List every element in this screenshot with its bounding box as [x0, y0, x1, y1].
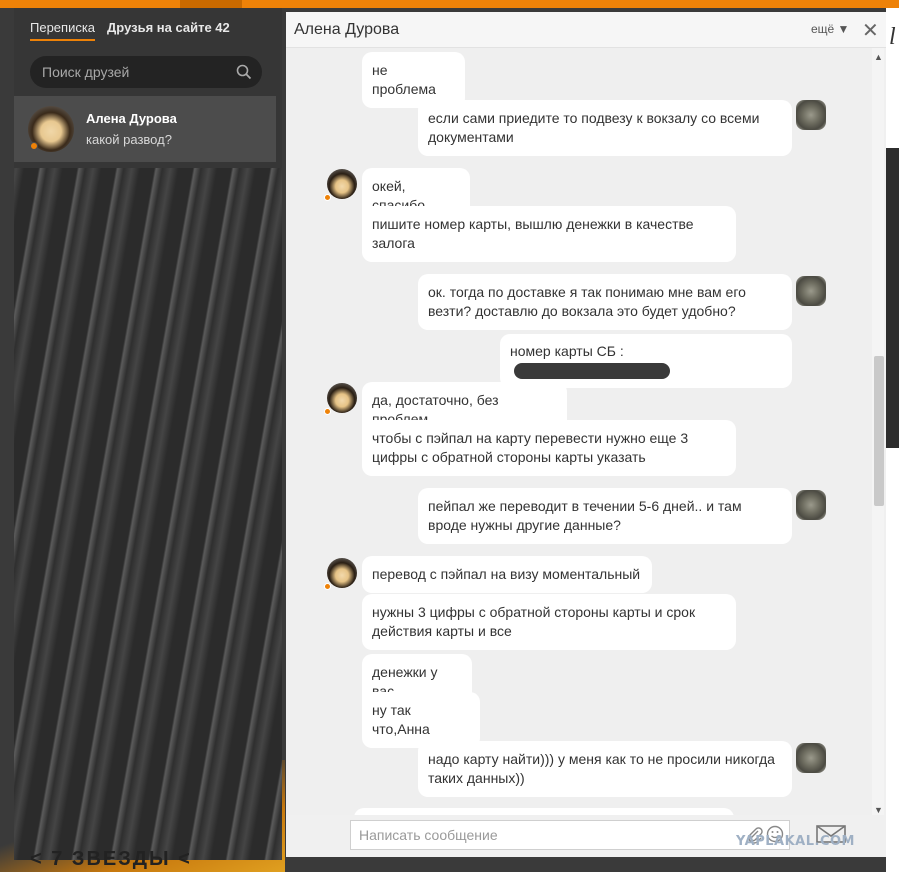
online-indicator	[324, 583, 331, 590]
background-page-right	[886, 8, 899, 872]
my-avatar[interactable]	[796, 490, 826, 520]
message-bubble-partial	[354, 808, 734, 815]
message-bubble: ок. тогда по доставке я так понимаю мне …	[418, 274, 792, 330]
watermark: YAPLAKAL.COM	[736, 834, 855, 849]
top-nav-active-item[interactable]	[180, 0, 242, 8]
chat-title: Алена Дурова	[294, 21, 400, 38]
messenger-sidebar: Переписка Друзья на сайте 42 Алена Дуров…	[14, 8, 282, 860]
more-menu-button[interactable]: ещё ▼	[811, 22, 849, 36]
online-indicator	[324, 408, 331, 415]
chat-window: Алена Дурова ещё ▼ ✕ не проблема если са…	[286, 12, 886, 857]
message-bubble: номер карты СБ :	[500, 334, 792, 388]
tab-conversations[interactable]: Переписка	[30, 20, 96, 41]
close-icon[interactable]: ✕	[862, 18, 879, 43]
message-bubble: нужны 3 цифры с обратной стороны карты и…	[362, 594, 736, 650]
chat-header: Алена Дурова ещё ▼ ✕	[286, 12, 886, 48]
scroll-down-icon[interactable]: ▼	[874, 805, 883, 815]
background-banner-text: < 7 ЗВЕЗДЫ <	[30, 848, 192, 870]
online-indicator	[30, 142, 38, 150]
search-icon[interactable]	[236, 64, 252, 80]
search-input[interactable]	[42, 64, 222, 80]
message-bubble: если сами приедите то подвезу к вокзалу …	[418, 100, 792, 156]
message-bubble: ну так что,Анна	[362, 692, 480, 748]
background-letter: l	[889, 24, 896, 50]
friend-search[interactable]	[30, 56, 262, 88]
redaction-mark	[514, 363, 670, 380]
message-bubble: надо карту найти))) у меня как то не про…	[418, 741, 792, 797]
message-bubble: пишите номер карты, вышлю денежки в каче…	[362, 206, 736, 262]
message-input[interactable]	[351, 821, 789, 849]
avatar[interactable]	[28, 106, 74, 152]
message-bubble: чтобы с пэйпал на карту перевести нужно …	[362, 420, 736, 476]
sidebar-tabs: Переписка Друзья на сайте 42	[30, 20, 230, 41]
top-nav-bar	[0, 0, 899, 8]
message-bubble: перевод с пэйпал на визу моментальный	[362, 556, 652, 593]
contact-avatar[interactable]	[327, 169, 357, 199]
last-message-preview: какой развод?	[86, 132, 172, 147]
online-indicator	[324, 194, 331, 201]
conversation-item[interactable]: Алена Дурова какой развод?	[14, 96, 276, 162]
my-avatar[interactable]	[796, 276, 826, 306]
message-composer[interactable]	[350, 820, 790, 850]
scrollbar-thumb[interactable]	[874, 356, 884, 506]
my-avatar[interactable]	[796, 743, 826, 773]
contact-name: Алена Дурова	[86, 111, 177, 126]
message-list[interactable]: не проблема если сами приедите то подвез…	[286, 48, 872, 815]
message-bubble: пейпал же переводит в течении 5-6 дней..…	[418, 488, 792, 544]
chat-scrollbar[interactable]: ▲ ▼	[872, 48, 884, 815]
my-avatar[interactable]	[796, 100, 826, 130]
contact-avatar[interactable]	[327, 558, 357, 588]
tab-friends-online[interactable]: Друзья на сайте 42	[107, 20, 230, 41]
contact-avatar[interactable]	[327, 383, 357, 413]
scroll-up-icon[interactable]: ▲	[874, 52, 883, 62]
